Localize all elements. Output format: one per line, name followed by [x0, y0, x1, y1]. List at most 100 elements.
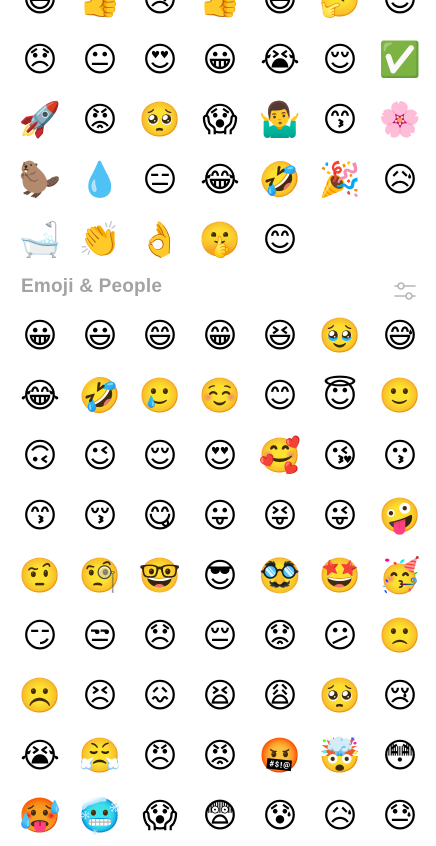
people-emoji-grid: 😀 😃 😄 😁 😆 🥹 😅 😂 🤣 🥲 ☺️ 😊 😇 🙂 🙃 😉 😌 😍 🥰 😘 😗 😙 😚 😋 😛 😝 😜 🤪 🤨 🧐 🤓 😎 🥸 🤩 🥳 😏 😒 😞 😔… — [10, 306, 430, 846]
emoji-key[interactable]: 😅 — [370, 306, 430, 366]
emoji-key[interactable]: 😞 — [10, 30, 70, 90]
filter-button[interactable] — [392, 278, 418, 304]
emoji-key[interactable]: 😃 — [70, 306, 130, 366]
emoji-key[interactable]: 😁 — [190, 306, 250, 366]
emoji-key[interactable]: 😂 — [190, 150, 250, 210]
emoji-key[interactable]: 😗 — [370, 426, 430, 486]
emoji-key[interactable]: 😥 — [370, 150, 430, 210]
emoji-key[interactable]: 😔 — [190, 606, 250, 666]
emoji-key[interactable]: 😥 — [310, 786, 370, 846]
emoji-key[interactable]: 👌 — [130, 210, 190, 270]
emoji-key[interactable]: 🙂 — [370, 366, 430, 426]
emoji-key[interactable]: 😄 — [250, 0, 310, 30]
section-title: Emoji & People — [21, 276, 163, 297]
emoji-key[interactable]: 🤔 — [310, 0, 370, 30]
emoji-key[interactable]: 👍 — [70, 0, 130, 30]
emoji-key[interactable]: 😢 — [370, 666, 430, 726]
emoji-key[interactable]: 😒 — [70, 606, 130, 666]
emoji-key[interactable]: 😜 — [310, 486, 370, 546]
emoji-key[interactable]: 😆 — [250, 306, 310, 366]
emoji-key[interactable]: 😡 — [190, 726, 250, 786]
emoji-key[interactable]: 😨 — [190, 786, 250, 846]
emoji-key[interactable]: 😳 — [370, 726, 430, 786]
emoji-key[interactable]: 😛 — [190, 486, 250, 546]
emoji-key[interactable]: 😊 — [250, 366, 310, 426]
emoji-key[interactable]: 😟 — [250, 606, 310, 666]
emoji-key[interactable]: 😍 — [130, 30, 190, 90]
emoji-key[interactable]: 🙃 — [10, 426, 70, 486]
emoji-key[interactable]: 🤣 — [250, 150, 310, 210]
emoji-key[interactable]: 😭 — [10, 726, 70, 786]
emoji-key[interactable]: 👏 — [70, 210, 130, 270]
emoji-key[interactable]: 😅 — [10, 0, 70, 30]
emoji-key[interactable]: 🥺 — [130, 90, 190, 150]
emoji-key[interactable]: 😐 — [70, 30, 130, 90]
emoji-key[interactable]: 😙 — [10, 486, 70, 546]
emoji-key[interactable]: 😰 — [250, 786, 310, 846]
emoji-key[interactable]: 🌸 — [370, 90, 430, 150]
emoji-key[interactable]: 😉 — [70, 426, 130, 486]
emoji-key[interactable]: 😀 — [190, 30, 250, 90]
emoji-key[interactable]: 🥰 — [250, 426, 310, 486]
emoji-key[interactable]: 🥺 — [310, 666, 370, 726]
emoji-key[interactable]: ☹️ — [10, 666, 70, 726]
emoji-key[interactable]: 😤 — [70, 726, 130, 786]
emoji-key[interactable]: 🥲 — [130, 366, 190, 426]
emoji-key[interactable]: 😕 — [310, 606, 370, 666]
emoji-key[interactable]: 😠 — [130, 726, 190, 786]
emoji-key[interactable]: 🥸 — [250, 546, 310, 606]
emoji-key[interactable]: 🤓 — [130, 546, 190, 606]
emoji-key[interactable]: ☺️ — [190, 366, 250, 426]
emoji-key[interactable]: 😣 — [70, 666, 130, 726]
emoji-key[interactable]: 🎉 — [310, 150, 370, 210]
emoji-key[interactable]: 🥹 — [310, 306, 370, 366]
emoji-key[interactable]: 😄 — [130, 306, 190, 366]
emoji-key[interactable]: 😝 — [250, 486, 310, 546]
emoji-key[interactable]: 😖 — [130, 666, 190, 726]
emoji-key[interactable]: 😋 — [130, 486, 190, 546]
emoji-key[interactable]: 😂 — [10, 366, 70, 426]
emoji-key[interactable]: 😙 — [310, 90, 370, 150]
emoji-key[interactable]: 😑 — [130, 150, 190, 210]
emoji-key[interactable]: 😊 — [250, 210, 310, 270]
emoji-key[interactable]: 🚀 — [10, 90, 70, 150]
emoji-key[interactable]: 🙁 — [370, 606, 430, 666]
emoji-key[interactable]: 🤬 — [250, 726, 310, 786]
emoji-key[interactable]: 😱 — [190, 90, 250, 150]
emoji-key[interactable]: 😢 — [130, 0, 190, 30]
emoji-key[interactable]: 😀 — [10, 306, 70, 366]
emoji-key[interactable]: 😏 — [10, 606, 70, 666]
section-header: Emoji & People — [0, 264, 436, 308]
emoji-key[interactable]: 😫 — [190, 666, 250, 726]
emoji-key[interactable]: 😩 — [250, 666, 310, 726]
emoji-key[interactable]: 😘 — [310, 426, 370, 486]
emoji-key[interactable]: 😱 — [130, 786, 190, 846]
emoji-key[interactable]: 😭 — [250, 30, 310, 90]
emoji-key[interactable]: 😍 — [190, 426, 250, 486]
emoji-key[interactable]: 😚 — [70, 486, 130, 546]
emoji-key[interactable]: 💧 — [70, 150, 130, 210]
emoji-key[interactable]: 😓 — [370, 786, 430, 846]
emoji-key[interactable]: 😞 — [130, 606, 190, 666]
emoji-key[interactable]: 🤷‍♂️ — [250, 90, 310, 150]
emoji-key[interactable]: 🥳 — [370, 546, 430, 606]
emoji-key[interactable]: 😎 — [190, 546, 250, 606]
emoji-key[interactable]: 🤫 — [190, 210, 250, 270]
emoji-key[interactable]: 🛁 — [10, 210, 70, 270]
emoji-key[interactable]: 😉 — [370, 0, 430, 30]
emoji-key[interactable]: 🧐 — [70, 546, 130, 606]
emoji-key[interactable]: 🥶 — [70, 786, 130, 846]
emoji-key[interactable]: 🥵 — [10, 786, 70, 846]
emoji-key[interactable]: ✅ — [370, 30, 430, 90]
emoji-key[interactable]: 🤨 — [10, 546, 70, 606]
emoji-key[interactable]: 🤪 — [370, 486, 430, 546]
emoji-key[interactable]: 😌 — [130, 426, 190, 486]
emoji-key[interactable]: 😇 — [310, 366, 370, 426]
emoji-key[interactable]: 😡 — [70, 90, 130, 150]
emoji-key[interactable]: 🤯 — [310, 726, 370, 786]
emoji-key[interactable]: 🤣 — [70, 366, 130, 426]
emoji-key[interactable]: 🦫 — [10, 150, 70, 210]
emoji-key[interactable]: 👍 — [190, 0, 250, 30]
emoji-key[interactable]: 🤩 — [310, 546, 370, 606]
emoji-key[interactable]: 😌 — [310, 30, 370, 90]
